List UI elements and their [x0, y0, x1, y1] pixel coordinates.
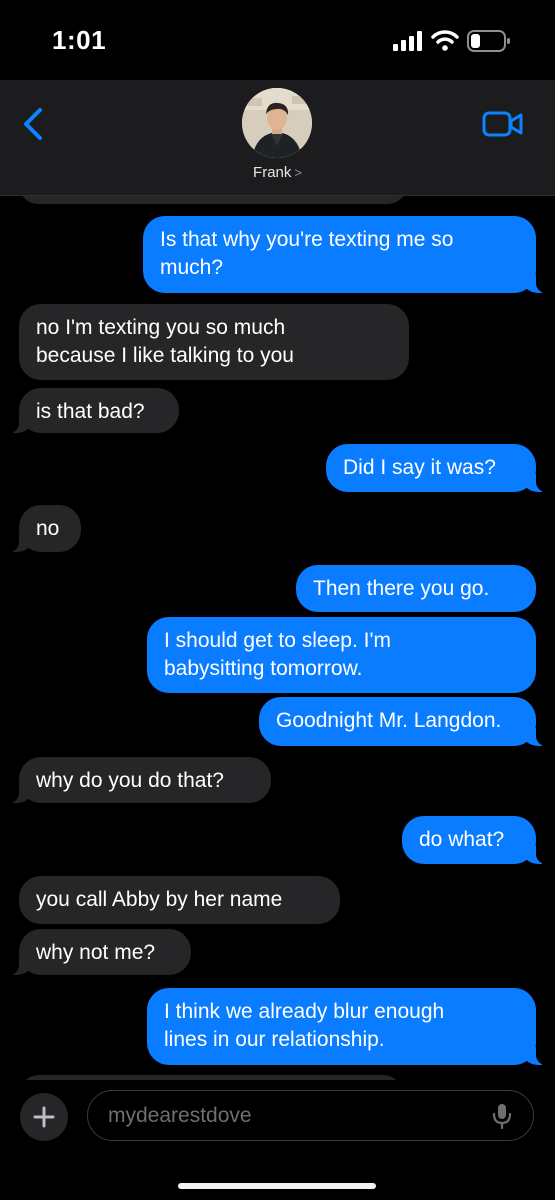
microphone-icon[interactable] — [491, 1103, 513, 1129]
message-input[interactable] — [106, 1091, 480, 1141]
outgoing-message[interactable]: Did I say it was? — [326, 444, 546, 492]
contact-name-label: Frank — [253, 164, 292, 181]
message-composer — [0, 1080, 555, 1200]
status-time: 1:01 — [52, 25, 107, 55]
contact-name[interactable]: Frank > — [0, 164, 555, 181]
incoming-message[interactable]: is that bad? — [9, 388, 179, 433]
plus-icon — [33, 1106, 55, 1128]
wifi-icon — [431, 30, 459, 51]
incoming-message[interactable]: why not me? — [9, 929, 191, 975]
home-indicator[interactable] — [178, 1183, 376, 1189]
outgoing-message[interactable]: I think we already blur enough lines in … — [147, 988, 546, 1065]
battery-icon — [467, 30, 510, 52]
incoming-message[interactable]: no I'm texting you so much because I lik… — [19, 304, 409, 380]
incoming-message[interactable]: no — [9, 505, 81, 552]
outgoing-message[interactable]: I should get to sleep. I'm babysitting t… — [147, 617, 536, 693]
conversation-header: Frank > — [0, 80, 555, 196]
message-thread[interactable]: Is that why you're texting me so much? n… — [0, 196, 555, 1080]
cellular-signal-icon — [393, 31, 422, 51]
status-bar: 1:01 — [0, 0, 555, 80]
outgoing-message[interactable]: Is that why you're texting me so much? — [143, 216, 546, 293]
outgoing-message[interactable]: Goodnight Mr. Langdon. — [259, 697, 546, 746]
avatar-photo — [242, 88, 312, 158]
outgoing-message[interactable]: Then there you go. — [296, 565, 536, 612]
plus-button[interactable] — [20, 1093, 68, 1141]
outgoing-message[interactable]: do what? — [402, 816, 546, 864]
cut-off-incoming-bubble — [19, 196, 407, 204]
message-input-field[interactable] — [87, 1090, 534, 1141]
incoming-message[interactable]: you call Abby by her name — [19, 876, 340, 924]
back-chevron-icon[interactable] — [20, 107, 48, 141]
incoming-message[interactable]: why do you do that? — [9, 757, 271, 803]
contact-avatar[interactable] — [242, 88, 312, 158]
video-call-icon[interactable] — [482, 110, 524, 138]
chevron-right-icon: > — [294, 165, 302, 180]
